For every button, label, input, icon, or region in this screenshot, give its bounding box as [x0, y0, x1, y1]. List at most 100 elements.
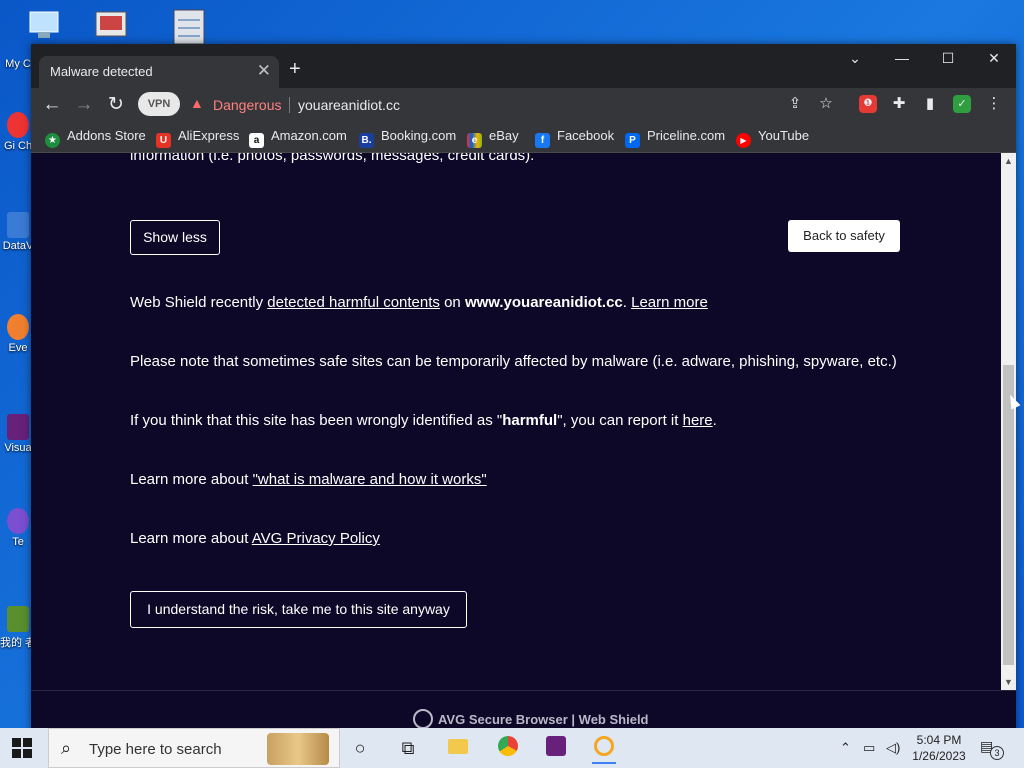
addons-store-icon: ★: [45, 133, 60, 148]
reload-button[interactable]: ↻: [103, 92, 129, 118]
notification-center-icon[interactable]: ▤ 3: [980, 738, 1004, 760]
chrome-taskbar-icon[interactable]: [496, 736, 520, 760]
volume-icon[interactable]: ◁): [886, 740, 900, 756]
show-hidden-icons-chevron[interactable]: ⌃: [840, 740, 851, 756]
bookmark-aliexpress[interactable]: U AliExpress: [156, 128, 239, 148]
bookmark-ebay[interactable]: e eBay: [467, 128, 519, 148]
notification-count-badge: 3: [990, 746, 1004, 760]
maximize-button[interactable]: ☐: [936, 50, 960, 67]
server-app-icon[interactable]: [170, 6, 216, 46]
close-tab-icon[interactable]: ✕: [257, 61, 271, 81]
shield-check-icon[interactable]: ✓: [953, 95, 971, 113]
back-button[interactable]: ←: [39, 92, 65, 118]
footer-brand: AVG Secure Browser | Web Shield: [438, 712, 649, 727]
scroll-up-icon[interactable]: ▲: [1004, 156, 1013, 166]
report-text: If you think that this site has been wro…: [130, 412, 503, 429]
url-field[interactable]: youareanidiot.cc: [298, 97, 400, 113]
bookmark-label: AliExpress: [178, 128, 240, 143]
page-scrollbar[interactable]: ▲ ▼: [1001, 153, 1016, 690]
taskbar-search-box[interactable]: ⌕ Type here to search: [48, 728, 340, 768]
what-is-malware-link[interactable]: "what is malware and how it works": [253, 471, 487, 488]
tab-search-dropdown-icon[interactable]: ⌄: [843, 50, 867, 67]
detected-harmful-contents-link[interactable]: detected harmful contents: [267, 294, 440, 311]
scroll-down-icon[interactable]: ▼: [1004, 677, 1013, 687]
bookmark-label: YouTube: [758, 128, 810, 143]
malware-info-text: Learn more about: [130, 471, 253, 488]
system-clock[interactable]: 5:04 PM 1/26/2023: [908, 732, 970, 764]
harmful-label: harmful: [502, 412, 558, 429]
proceed-anyway-button[interactable]: I understand the risk, take me to this s…: [130, 591, 467, 628]
windows-start-icon[interactable]: [12, 738, 32, 758]
bookmark-priceline[interactable]: P Priceline.com: [625, 128, 725, 148]
bookmark-addons-store[interactable]: ★ Addons Store: [45, 128, 146, 148]
notice-text: .: [622, 294, 632, 311]
scroll-thumb[interactable]: [1003, 365, 1014, 665]
address-toolbar: ← → ↻ VPN ▲ Dangerous youareanidiot.cc ⇪…: [31, 88, 1016, 122]
show-less-button[interactable]: Show less: [130, 220, 220, 255]
priceline-icon: P: [625, 133, 640, 148]
url-divider: [289, 97, 290, 113]
ebay-icon: e: [467, 133, 482, 148]
safe-sites-note: Please note that sometimes safe sites ca…: [130, 353, 897, 370]
amazon-icon: a: [249, 133, 264, 148]
security-status[interactable]: Dangerous: [213, 97, 282, 113]
notice-text: Web Shield recently: [130, 294, 268, 311]
search-highlight-image: [267, 733, 329, 765]
web-shield-notice: Web Shield recently detected harmful con…: [130, 294, 708, 311]
tab-title: Malware detected: [50, 64, 153, 79]
back-to-safety-button[interactable]: Back to safety: [788, 220, 900, 252]
bookmarks-bar: ★ Addons Store U AliExpress a Amazon.com B.…: [31, 122, 1016, 153]
file-explorer-icon[interactable]: [446, 736, 470, 760]
browser-window: Malware detected ✕ + ⌄ — ☐ ✕ ← → ↻ VPN ▲…: [31, 44, 1016, 735]
report-notice: If you think that this site has been wro…: [130, 412, 717, 429]
report-here-link[interactable]: here: [683, 412, 713, 429]
bookmark-label: Booking.com: [381, 128, 457, 143]
game-icon: [7, 606, 29, 632]
clock-date: 1/26/2023: [912, 749, 966, 763]
bookmark-label: eBay: [489, 128, 519, 143]
search-app-icon: [7, 314, 29, 340]
share-icon[interactable]: ⇪: [786, 95, 804, 113]
bookmark-booking[interactable]: B. Booking.com: [359, 128, 456, 148]
malware-info: Learn more about "what is malware and ho…: [130, 471, 487, 488]
privacy-info: Learn more about AVG Privacy Policy: [130, 530, 380, 547]
close-window-button[interactable]: ✕: [982, 50, 1006, 67]
menu-dots-icon[interactable]: ⋮: [985, 95, 1003, 113]
clock-time: 5:04 PM: [916, 733, 962, 747]
bookmark-star-icon[interactable]: ☆: [817, 95, 835, 113]
chrome-icon: [7, 112, 29, 138]
search-icon: ⌕: [61, 738, 72, 758]
cortana-icon[interactable]: ○: [348, 736, 372, 760]
youtube-icon: ▶: [736, 133, 751, 148]
warning-triangle-icon[interactable]: ▲: [190, 95, 204, 111]
bookmark-amazon[interactable]: a Amazon.com: [249, 128, 347, 148]
taskbar: ⌕ Type here to search ○ ⧉ ⌃ ▭ ◁) 5:04 PM…: [0, 728, 1024, 768]
bookmark-facebook[interactable]: f Facebook: [535, 128, 614, 148]
network-icon[interactable]: ▭: [863, 740, 875, 756]
avg-browser-taskbar-icon[interactable]: [592, 736, 616, 764]
new-tab-button[interactable]: +: [289, 58, 301, 81]
title-bar: Malware detected ✕ + ⌄ — ☐ ✕: [31, 44, 1016, 88]
aliexpress-icon: U: [156, 133, 171, 148]
extensions-puzzle-icon[interactable]: ✚: [890, 95, 908, 113]
shortcut-icon: [7, 212, 29, 238]
scanner-app-icon[interactable]: [92, 6, 138, 46]
visual-studio-icon: [7, 414, 29, 440]
booking-icon: B.: [359, 133, 374, 148]
minimize-button[interactable]: —: [890, 50, 914, 66]
visual-studio-taskbar-icon[interactable]: [544, 736, 568, 760]
bookmark-youtube[interactable]: ▶ YouTube: [736, 128, 809, 148]
bookmark-label: Amazon.com: [271, 128, 347, 143]
facebook-icon: f: [535, 133, 550, 148]
forward-button[interactable]: →: [71, 92, 97, 118]
avg-logo-icon: [413, 709, 433, 729]
task-view-icon[interactable]: ⧉: [396, 736, 420, 760]
side-panel-icon[interactable]: ▮: [921, 95, 939, 113]
vpn-toggle[interactable]: VPN: [138, 92, 180, 116]
computer-icon[interactable]: [24, 6, 70, 46]
extension-red-icon[interactable]: ❶: [859, 95, 877, 113]
tab-malware-detected[interactable]: Malware detected ✕: [39, 56, 279, 88]
privacy-policy-link[interactable]: AVG Privacy Policy: [252, 530, 380, 547]
learn-more-link[interactable]: Learn more: [631, 294, 708, 311]
bookmark-label: Priceline.com: [647, 128, 726, 143]
